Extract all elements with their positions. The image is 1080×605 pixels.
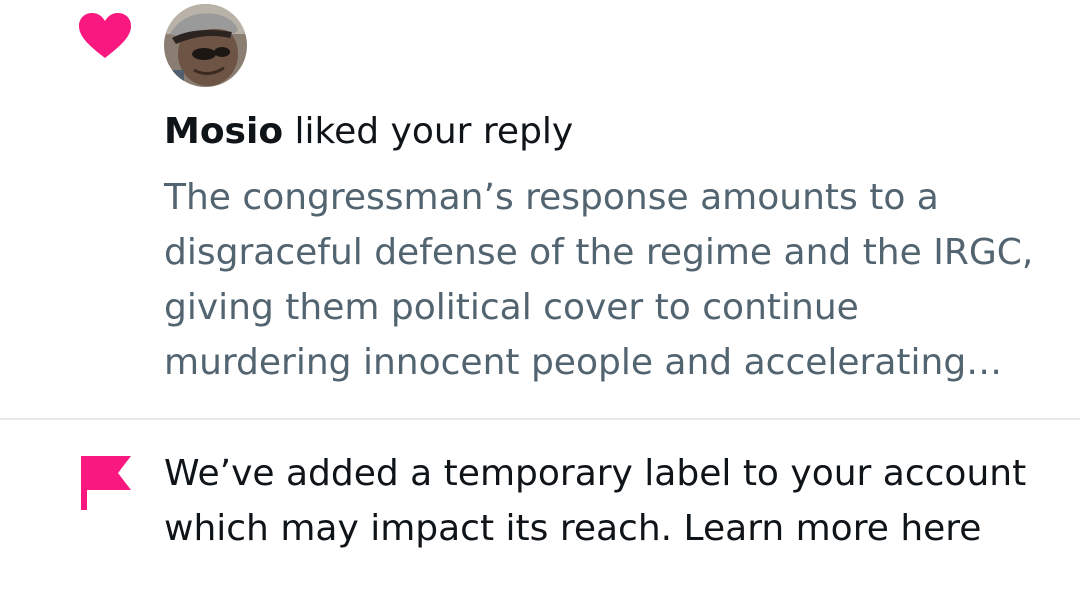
account-label-notification[interactable]: We’ve added a temporary label to your ac…: [0, 420, 1080, 605]
action-text: liked your reply: [283, 111, 574, 152]
like-notification[interactable]: Mosio liked your reply The congressman’s…: [0, 0, 1080, 419]
user-name-link[interactable]: Mosio: [164, 111, 283, 152]
account-label-message: We’ve added a temporary label to your ac…: [164, 453, 1027, 549]
notifications-page: Mosio liked your reply The congressman’s…: [0, 0, 1080, 605]
notification-headline: Mosio liked your reply: [164, 108, 573, 156]
avatar[interactable]: [164, 4, 247, 87]
heart-icon: [79, 13, 131, 58]
avatar-image: [164, 4, 247, 87]
reply-preview-text[interactable]: The congressman’s response amounts to a …: [164, 170, 1054, 390]
flag-icon: [81, 456, 131, 510]
